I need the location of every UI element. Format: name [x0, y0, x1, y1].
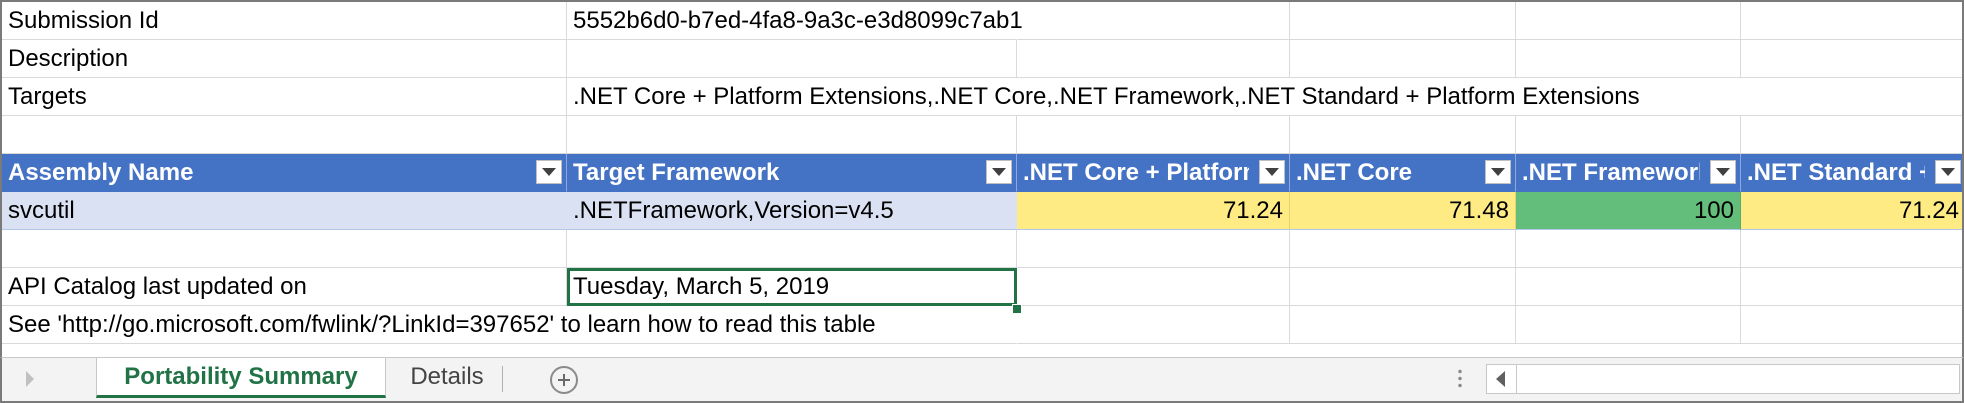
- empty-cell[interactable]: [1516, 306, 1741, 344]
- empty-cell[interactable]: [1741, 306, 1962, 344]
- filter-dropdown-icon[interactable]: [1259, 160, 1285, 184]
- empty-cell[interactable]: [1290, 306, 1516, 344]
- empty-cell[interactable]: [1516, 2, 1741, 40]
- empty-cell[interactable]: [1516, 230, 1741, 268]
- empty-cell[interactable]: [1017, 40, 1290, 78]
- sheet-tab-bar: Portability Summary Details: [0, 357, 1964, 403]
- empty-cell[interactable]: [1741, 2, 1962, 40]
- empty-cell[interactable]: [1017, 230, 1290, 268]
- empty-cell[interactable]: [1290, 40, 1516, 78]
- empty-cell[interactable]: [1516, 268, 1741, 306]
- row-blank: [2, 230, 1962, 268]
- filter-dropdown-icon[interactable]: [536, 160, 562, 184]
- row-api-catalog: API Catalog last updated on Tuesday, Mar…: [2, 268, 1962, 306]
- header-label: .NET Core: [1296, 159, 1413, 186]
- empty-cell[interactable]: [1017, 306, 1290, 344]
- filter-dropdown-icon[interactable]: [986, 160, 1012, 184]
- score-cell[interactable]: 71.24: [1017, 192, 1290, 230]
- empty-cell[interactable]: [1290, 230, 1516, 268]
- row-note: See 'http://go.microsoft.com/fwlink/?Lin…: [2, 306, 1962, 344]
- empty-cell[interactable]: [1741, 40, 1962, 78]
- api-catalog-date-cell[interactable]: Tuesday, March 5, 2019: [567, 268, 1017, 306]
- assembly-name-cell[interactable]: svcutil: [2, 192, 567, 230]
- target-framework-cell[interactable]: .NETFramework,Version=v4.5: [567, 192, 1017, 230]
- note-cell[interactable]: See 'http://go.microsoft.com/fwlink/?Lin…: [2, 306, 1017, 344]
- header-label: .NET Core + Platform Extensions: [1023, 159, 1249, 186]
- tab-details[interactable]: Details: [392, 358, 502, 398]
- row-description: Description: [2, 40, 1962, 78]
- header-assembly-name[interactable]: Assembly Name: [2, 154, 567, 192]
- row-targets: Targets .NET Core + Platform Extensions,…: [2, 78, 1962, 116]
- description-label[interactable]: Description: [2, 40, 567, 78]
- empty-cell[interactable]: [567, 230, 1017, 268]
- header-label: .NET Framework: [1522, 159, 1700, 186]
- header-target-framework[interactable]: Target Framework: [567, 154, 1017, 192]
- splitter-handle-icon[interactable]: [1458, 368, 1462, 390]
- api-catalog-label[interactable]: API Catalog last updated on: [2, 268, 567, 306]
- tab-portability-summary[interactable]: Portability Summary: [96, 358, 386, 398]
- empty-cell[interactable]: [1741, 230, 1962, 268]
- empty-cell[interactable]: [1290, 116, 1516, 154]
- filter-dropdown-icon[interactable]: [1485, 160, 1511, 184]
- sheet-nav-prev-icon[interactable]: [26, 371, 34, 387]
- tab-divider: [502, 366, 503, 392]
- scroll-left-icon[interactable]: [1487, 365, 1517, 393]
- worksheet-grid[interactable]: Submission Id 5552b6d0-b7ed-4fa8-9a3c-e3…: [0, 0, 1964, 357]
- targets-label[interactable]: Targets: [2, 78, 567, 116]
- header-label: Target Framework: [573, 159, 780, 186]
- header-net-core[interactable]: .NET Core: [1290, 154, 1516, 192]
- empty-cell[interactable]: [1741, 116, 1962, 154]
- filter-dropdown-icon[interactable]: [1935, 160, 1961, 184]
- empty-cell[interactable]: [1290, 2, 1516, 40]
- empty-cell[interactable]: [1290, 268, 1516, 306]
- score-cell[interactable]: 71.48: [1290, 192, 1516, 230]
- empty-cell[interactable]: [2, 116, 567, 154]
- empty-cell[interactable]: [1516, 40, 1741, 78]
- header-label: Assembly Name: [8, 159, 194, 186]
- header-net-standard-platform-ext[interactable]: .NET Standard + Platform Extensions: [1741, 154, 1962, 192]
- description-value[interactable]: [567, 40, 1017, 78]
- empty-cell[interactable]: [567, 116, 1017, 154]
- row-blank: [2, 116, 1962, 154]
- table-header-row: Assembly Name Target Framework .NET Core…: [2, 154, 1962, 192]
- empty-cell[interactable]: [1516, 116, 1741, 154]
- empty-cell[interactable]: [1017, 268, 1290, 306]
- header-net-core-platform-ext[interactable]: .NET Core + Platform Extensions: [1017, 154, 1290, 192]
- empty-cell[interactable]: [1741, 268, 1962, 306]
- filter-dropdown-icon[interactable]: [1710, 160, 1736, 184]
- row-submission-id: Submission Id 5552b6d0-b7ed-4fa8-9a3c-e3…: [2, 2, 1962, 40]
- header-net-framework[interactable]: .NET Framework: [1516, 154, 1741, 192]
- targets-value[interactable]: .NET Core + Platform Extensions,.NET Cor…: [567, 78, 1962, 116]
- header-label: .NET Standard + Platform Extensions: [1747, 159, 1925, 186]
- table-row: svcutil .NETFramework,Version=v4.5 71.24…: [2, 192, 1962, 230]
- horizontal-scrollbar[interactable]: [1486, 364, 1960, 394]
- submission-id-value[interactable]: 5552b6d0-b7ed-4fa8-9a3c-e3d8099c7ab1: [567, 2, 1023, 40]
- empty-cell[interactable]: [1017, 2, 1290, 40]
- add-sheet-icon[interactable]: [550, 366, 578, 394]
- submission-id-label[interactable]: Submission Id: [2, 2, 567, 40]
- empty-cell[interactable]: [2, 230, 567, 268]
- empty-cell[interactable]: [1017, 116, 1290, 154]
- score-cell[interactable]: 71.24: [1741, 192, 1962, 230]
- score-cell[interactable]: 100: [1516, 192, 1741, 230]
